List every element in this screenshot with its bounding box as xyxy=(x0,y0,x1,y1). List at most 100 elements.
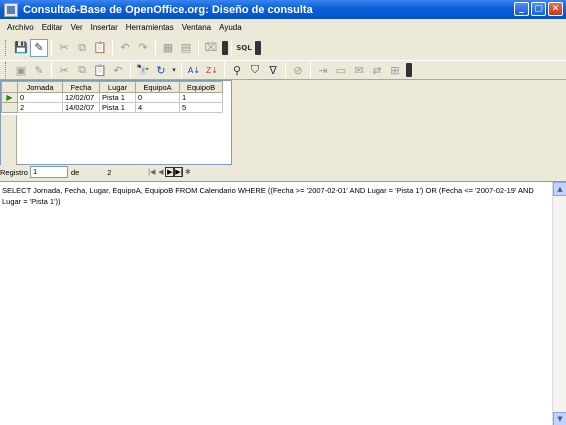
table-data-toolbar: ▣ ✎ ✂ ⧉ 📋 ↶ 🔭 ↻ ▾ A↓ Z↓ ⚲ ⛉ ∇ ⊘ ⇥ ▭ ✉ ⇄ … xyxy=(0,60,566,80)
first-record-icon[interactable]: |◀ xyxy=(147,167,156,177)
cell-lugar[interactable]: Pista 1 xyxy=(99,102,136,113)
separator xyxy=(198,39,199,56)
cell-equipoa[interactable]: 4 xyxy=(135,102,180,113)
maximize-button[interactable]: ▢ xyxy=(531,2,546,16)
table-row[interactable]: 2 14/02/07 Pista 1 4 5 xyxy=(1,102,223,113)
menu-editar[interactable]: Editar xyxy=(38,23,67,32)
menu-archivo[interactable]: Archivo xyxy=(3,23,38,32)
minimize-button[interactable]: _ xyxy=(514,2,529,16)
previous-record-icon[interactable]: ◀ xyxy=(156,167,165,177)
refresh-icon[interactable]: ↻ xyxy=(152,61,170,79)
column-header-lugar[interactable]: Lugar xyxy=(99,81,136,93)
record-label: Registro xyxy=(0,167,28,177)
data-to-fields-icon[interactable]: ▭ xyxy=(332,61,350,79)
column-header-equipoa[interactable]: EquipoA xyxy=(135,81,180,93)
cell-fecha[interactable]: 14/02/07 xyxy=(62,102,100,113)
edit-data-icon[interactable]: ✎ xyxy=(30,61,48,79)
toolbar-grip[interactable] xyxy=(5,39,8,56)
apply-filter-icon[interactable]: ∇ xyxy=(264,61,282,79)
record-navigation-bar: Registro 1 de 2 |◀ ◀ ▶ ▶| ✱ xyxy=(0,165,232,179)
menu-ver[interactable]: Ver xyxy=(67,23,87,32)
standard-filter-icon[interactable]: ⛉ xyxy=(246,61,264,79)
find-record-icon[interactable]: 🔭 xyxy=(134,61,152,79)
close-button[interactable]: ✕ xyxy=(548,2,563,16)
toolbar-grip[interactable] xyxy=(5,62,8,78)
separator xyxy=(51,39,52,56)
save-record-icon[interactable]: ▣ xyxy=(12,61,30,79)
next-record-icon[interactable]: ▶ xyxy=(165,167,175,177)
undo-icon[interactable]: ↶ xyxy=(116,39,134,57)
explorer-icon[interactable]: ⊞ xyxy=(386,61,404,79)
results-grid: Jornada Fecha Lugar EquipoA EquipoB ▶ 0 … xyxy=(0,80,232,165)
title-bar: Consulta6-Base de OpenOffice.org: Diseño… xyxy=(0,0,566,19)
edit-icon[interactable]: ✎ xyxy=(30,38,48,57)
current-row-arrow-icon: ▶ xyxy=(6,93,13,102)
mail-merge-icon[interactable]: ✉ xyxy=(350,61,368,79)
column-header-fecha[interactable]: Fecha xyxy=(62,81,100,93)
undo-icon[interactable]: ↶ xyxy=(109,61,127,79)
toolbar-options-icon[interactable] xyxy=(222,40,228,55)
save-icon[interactable]: 💾 xyxy=(12,39,30,57)
cell-fecha[interactable]: 12/02/07 xyxy=(62,92,100,103)
clear-icon[interactable]: ⌧ xyxy=(202,39,220,57)
functions-icon[interactable]: ▤ xyxy=(177,39,195,57)
query-design-toolbar: 💾 ✎ ✂ ⧉ 📋 ↶ ↷ ▦ ▤ ⌧ SQL xyxy=(0,35,566,60)
separator xyxy=(231,39,232,56)
paste-icon[interactable]: 📋 xyxy=(91,61,109,79)
separator xyxy=(181,62,182,78)
column-header-jornada[interactable]: Jornada xyxy=(17,81,63,93)
record-number-input[interactable]: 1 xyxy=(29,166,68,178)
redo-icon[interactable]: ↷ xyxy=(134,39,152,57)
cell-equipob[interactable]: 5 xyxy=(179,102,223,113)
cell-jornada[interactable]: 0 xyxy=(17,92,63,103)
data-to-text-icon[interactable]: ⇥ xyxy=(314,61,332,79)
cell-lugar[interactable]: Pista 1 xyxy=(99,92,136,103)
menu-herramientas[interactable]: Herramientas xyxy=(122,23,178,32)
separator xyxy=(130,62,131,78)
autofilter-icon[interactable]: ⚲ xyxy=(228,61,246,79)
scroll-down-icon[interactable]: ▼ xyxy=(553,412,566,425)
column-header-equipob[interactable]: EquipoB xyxy=(179,81,223,93)
paste-icon[interactable]: 📋 xyxy=(91,39,109,57)
sort-ascending-icon[interactable]: A↓ xyxy=(185,61,203,79)
cell-equipoa[interactable]: 0 xyxy=(135,92,180,103)
remove-filter-icon[interactable]: ⊘ xyxy=(289,61,307,79)
sort-descending-icon[interactable]: Z↓ xyxy=(203,61,221,79)
cell-jornada[interactable]: 2 xyxy=(17,102,63,113)
add-tables-icon[interactable]: ▦ xyxy=(159,39,177,57)
cell-equipob[interactable]: 1 xyxy=(179,92,223,103)
separator xyxy=(310,62,311,78)
refresh-dropdown-icon[interactable]: ▾ xyxy=(170,61,178,79)
scroll-up-icon[interactable]: ▲ xyxy=(553,182,566,196)
separator xyxy=(224,62,225,78)
sql-query-text[interactable]: SELECT Jornada, Fecha, Lugar, EquipoA, E… xyxy=(2,185,538,207)
data-source-icon[interactable]: ⇄ xyxy=(368,61,386,79)
last-record-icon[interactable]: ▶| xyxy=(174,167,184,177)
cut-icon[interactable]: ✂ xyxy=(55,61,73,79)
header-row: Jornada Fecha Lugar EquipoA EquipoB xyxy=(1,81,223,93)
vertical-scrollbar[interactable]: ▲ ▼ xyxy=(552,182,566,425)
sql-editor[interactable]: SELECT Jornada, Fecha, Lugar, EquipoA, E… xyxy=(0,181,566,425)
row-selector[interactable] xyxy=(1,102,18,113)
toolbar-options-icon[interactable] xyxy=(406,63,412,77)
separator xyxy=(285,62,286,78)
toolbar-options-icon[interactable] xyxy=(255,40,261,55)
separator xyxy=(51,62,52,78)
menu-ventana[interactable]: Ventana xyxy=(178,23,215,32)
corner-header[interactable] xyxy=(1,81,18,93)
menu-insertar[interactable]: Insertar xyxy=(87,23,122,32)
cut-icon[interactable]: ✂ xyxy=(55,39,73,57)
row-selector[interactable]: ▶ xyxy=(1,92,18,103)
table-row[interactable]: ▶ 0 12/02/07 Pista 1 0 1 xyxy=(1,92,223,103)
results-table: Jornada Fecha Lugar EquipoA EquipoB ▶ 0 … xyxy=(1,81,223,113)
sql-icon[interactable]: SQL xyxy=(235,39,253,57)
menu-bar: Archivo Editar Ver Insertar Herramientas… xyxy=(0,19,566,35)
new-record-icon[interactable]: ✱ xyxy=(183,167,192,177)
openoffice-app-icon[interactable] xyxy=(4,2,18,17)
menu-ayuda[interactable]: Ayuda xyxy=(215,23,246,32)
separator xyxy=(112,39,113,56)
of-label: de xyxy=(70,167,80,177)
copy-icon[interactable]: ⧉ xyxy=(73,61,91,79)
copy-icon[interactable]: ⧉ xyxy=(73,39,91,57)
separator xyxy=(155,39,156,56)
